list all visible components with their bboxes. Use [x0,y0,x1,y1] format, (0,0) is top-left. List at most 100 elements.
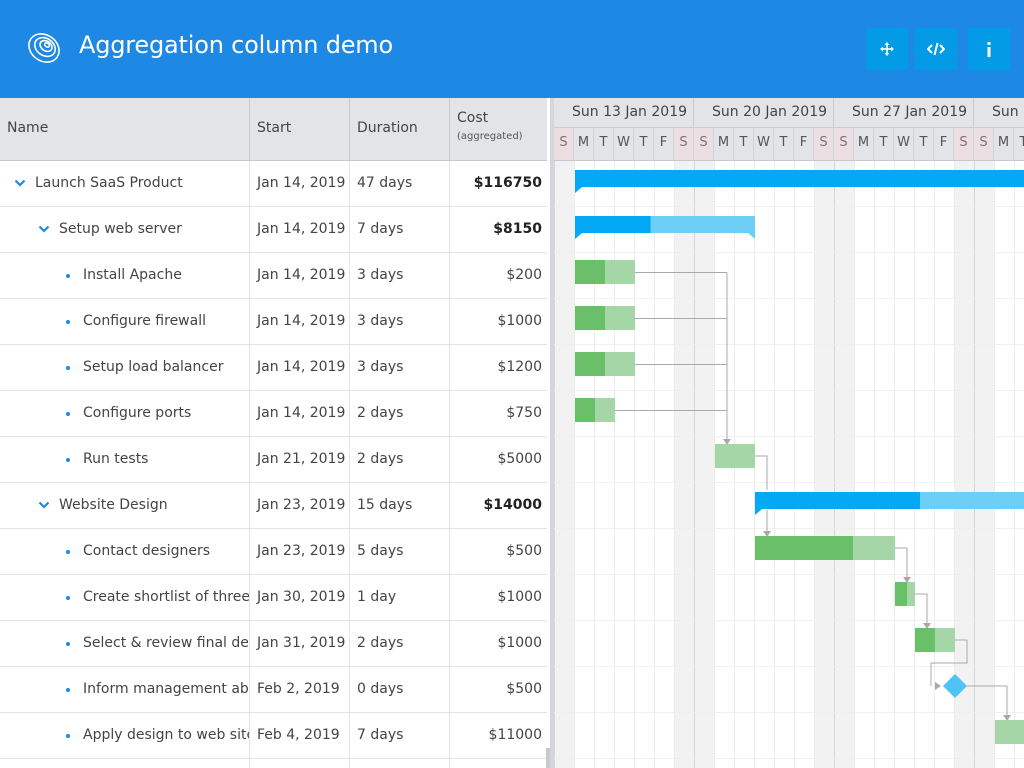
cell-start[interactable]: Jan 14, 2019 [250,161,350,206]
table-row[interactable]: Inform management about decisionFeb 2, 2… [0,667,550,713]
cell-name[interactable]: Launch SaaS Product [0,161,250,206]
cell-duration[interactable]: 3 days [350,299,450,344]
cell-name[interactable]: Setup load balancer [0,345,250,390]
cell-name[interactable]: Configure ports [0,391,250,436]
cell-cost[interactable]: $8150 [450,207,550,252]
summary-bar-cap [575,233,582,239]
task-bar-progress [915,628,935,652]
info-icon [987,41,991,57]
task-name: Setup load balancer [83,359,224,375]
gantt-chart: Sun 13 Jan 2019 Sun 20 Jan 2019 Sun 27 Jan… [554,98,1024,768]
cell-name[interactable]: Contact designers [0,529,250,574]
bullet-icon [66,550,70,554]
cell-duration[interactable]: 7 days [350,207,450,252]
cell-duration[interactable]: 3 days [350,253,450,298]
column-header-name[interactable]: Name [0,98,250,160]
week-row: Sun 13 Jan 2019 Sun 20 Jan 2019 Sun 27 Jan… [554,98,1024,128]
cell-duration[interactable]: 0 days [350,667,450,712]
cell-start[interactable]: Feb 2, 2019 [250,667,350,712]
column-header-start-label: Start [257,120,292,136]
cell-cost[interactable]: $1000 [450,575,550,620]
cell-cost[interactable]: $1200 [450,345,550,390]
cell-cost[interactable]: $750 [450,391,550,436]
bullet-icon [66,458,70,462]
chevron-down-icon[interactable] [14,178,26,188]
cell-name[interactable]: Run tests [0,437,250,482]
task-bar[interactable] [995,720,1024,744]
table-row[interactable]: Website Design Jan 23, 2019 15 days $14000 [0,483,550,529]
day-label: W [614,128,634,160]
cell-duration[interactable]: 15 days [350,483,450,528]
table-row[interactable]: Contact designers Jan 23, 2019 5 days $500 [0,529,550,575]
cell-duration[interactable]: 5 days [350,529,450,574]
table-row[interactable]: Setup load balancer Jan 14, 2019 3 days $12… [0,345,550,391]
cell-duration[interactable]: 2 days [350,391,450,436]
cell-cost[interactable]: $200 [450,253,550,298]
cell-start[interactable]: Jan 14, 2019 [250,391,350,436]
table-row[interactable]: Run tests Jan 21, 2019 2 days $5000 [0,437,550,483]
cell-cost[interactable]: $1000 [450,299,550,344]
task-bar-progress [575,398,595,422]
cell-name[interactable]: Apply design to web site [0,713,250,758]
cell-duration[interactable]: 1 day [350,575,450,620]
move-button[interactable] [866,28,908,70]
chevron-down-icon[interactable] [38,500,50,510]
cell-cost[interactable]: $500 [450,667,550,712]
cell-name[interactable]: Create shortlist of three designers [0,575,250,620]
column-header-duration[interactable]: Duration [350,98,450,160]
cell-duration[interactable]: 3 days [350,345,450,390]
cell-cost[interactable]: $14000 [450,483,550,528]
cell-start[interactable]: Jan 30, 2019 [250,575,350,620]
day-label: W [754,128,774,160]
cell-duration[interactable]: 2 days [350,437,450,482]
cell-start[interactable]: Jan 21, 2019 [250,437,350,482]
task-name: Select & review final design [83,635,249,651]
cell-duration[interactable]: 7 days [350,713,450,758]
cell-start[interactable]: Jan 14, 2019 [250,207,350,252]
cell-start[interactable]: Jan 14, 2019 [250,253,350,298]
cell-duration[interactable]: 47 days [350,161,450,206]
cell-start[interactable]: Jan 23, 2019 [250,529,350,574]
code-button[interactable] [915,28,957,70]
task-bar[interactable] [715,444,755,468]
cell-name[interactable]: Install Apache [0,253,250,298]
cell-start[interactable]: Feb 4, 2019 [250,713,350,758]
grid-scrollbar-thumb[interactable] [546,748,550,768]
table-row[interactable]: Configure ports Jan 14, 2019 2 days $750 [0,391,550,437]
grid-header: Name Start Duration Cost (aggregated) [0,98,550,161]
cell-start[interactable]: Jan 31, 2019 [250,621,350,666]
table-row[interactable]: Apply design to web site Feb 4, 2019 7 day… [0,713,550,759]
cell-name[interactable]: Website Design [0,483,250,528]
cell-cost[interactable]: $11000 [450,713,550,758]
table-row[interactable]: Create shortlist of three designersJan 3… [0,575,550,621]
info-button[interactable] [968,28,1010,70]
day-label: F [794,128,814,160]
week-label: Sun 03 Feb 2019 [974,98,1024,128]
cell-start[interactable]: Jan 14, 2019 [250,345,350,390]
cell-cost[interactable]: $500 [450,529,550,574]
table-row[interactable]: Setup web server Jan 14, 2019 7 days $8150 [0,207,550,253]
cell-name[interactable]: Configure firewall [0,299,250,344]
cell-cost[interactable]: $5000 [450,437,550,482]
cell-name[interactable]: Setup web server [0,207,250,252]
table-row[interactable]: Configure firewall Jan 14, 2019 3 days $100… [0,299,550,345]
table-row[interactable]: Select & review final designJan 31, 2019… [0,621,550,667]
day-label: T [874,128,894,160]
bullet-icon [66,366,70,370]
cell-cost[interactable]: $1000 [450,621,550,666]
day-label: M [714,128,734,160]
cell-name[interactable]: Inform management about decision [0,667,250,712]
table-row[interactable]: Install Apache Jan 14, 2019 3 days $200 [0,253,550,299]
cell-cost[interactable]: $116750 [450,161,550,206]
cell-start[interactable]: Jan 14, 2019 [250,299,350,344]
column-header-cost[interactable]: Cost (aggregated) [450,98,550,160]
column-header-cost-label: Cost [457,110,489,126]
cell-start[interactable]: Jan 23, 2019 [250,483,350,528]
cell-name[interactable]: Select & review final design [0,621,250,666]
column-header-start[interactable]: Start [250,98,350,160]
table-row[interactable]: Launch SaaS Product Jan 14, 2019 47 days $1… [0,161,550,207]
bullet-icon [66,412,70,416]
cell-duration[interactable]: 2 days [350,621,450,666]
chevron-down-icon[interactable] [38,224,50,234]
day-label: S [834,128,854,160]
